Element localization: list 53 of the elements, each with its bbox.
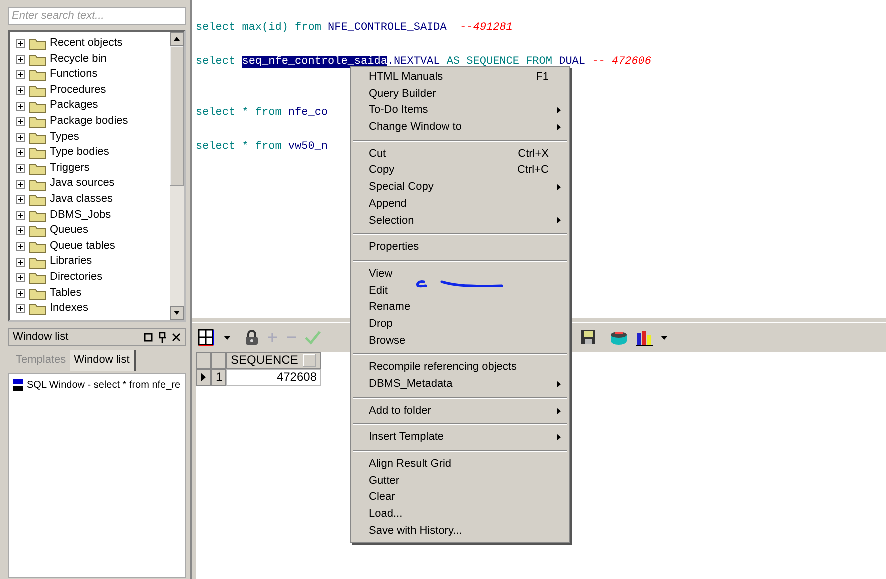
code-line: select max(id) from NFE_CONTROLE_SAIDA --491281	[196, 21, 513, 35]
menu-item[interactable]: Rename	[351, 299, 569, 316]
menu-item[interactable]: Properties	[351, 239, 569, 256]
menu-item[interactable]: Browse	[351, 332, 569, 350]
tree-item[interactable]: Procedures	[50, 82, 106, 98]
tree-item[interactable]: Directories	[50, 270, 103, 286]
panel-title: Window list	[13, 330, 69, 345]
menu-item[interactable]: Gutter	[351, 472, 569, 490]
tree-item[interactable]: Package bodies	[50, 114, 128, 130]
column-header[interactable]: SEQUENCE	[226, 352, 321, 369]
menu-item[interactable]: Drop	[351, 316, 569, 333]
code-line: select * from nfe_co	[196, 106, 328, 120]
tree-item[interactable]: Java sources	[50, 176, 115, 192]
window-list-item[interactable]: SQL Window - select * from nfe_re	[27, 378, 181, 392]
menu-item[interactable]: Cut Ctrl+X	[351, 146, 569, 162]
tree-item[interactable]: Java classes	[50, 192, 113, 208]
tree-item[interactable]: Queue tables	[50, 238, 116, 254]
menu-item[interactable]: Selection	[351, 212, 569, 230]
row-number: 1	[211, 369, 226, 386]
menu-item[interactable]: Save with History...	[351, 522, 569, 540]
menu-item[interactable]: Add to folder	[351, 402, 569, 420]
code-line: select * from vw50_n	[196, 140, 328, 154]
menu-item[interactable]: Query Builder	[351, 86, 569, 102]
menu-item[interactable]: Align Result Grid	[351, 456, 569, 473]
tree-item[interactable]: Types	[50, 130, 80, 146]
tree-item[interactable]: Recent objects	[50, 36, 123, 52]
tree-item[interactable]: Type bodies	[50, 145, 110, 161]
tree-item[interactable]: Triggers	[50, 160, 90, 176]
tree-item[interactable]: Packages	[50, 98, 98, 114]
tree-item[interactable]: Libraries	[50, 254, 92, 270]
menu-item[interactable]: DBMS_Metadata	[351, 376, 569, 393]
menu-item[interactable]: View	[351, 266, 569, 283]
code-line: select seq_nfe_controle_saida.NEXTVAL AS SEQUENCE FROM DUAL -- 472606	[196, 55, 652, 69]
tree-item[interactable]: Recycle bin	[50, 52, 107, 68]
tree-item[interactable]: Tables	[50, 286, 82, 302]
tree-item[interactable]: Indexes	[50, 301, 89, 317]
menu-item[interactable]: To-Do Items	[351, 102, 569, 120]
search-field[interactable]: Enter search text...	[8, 7, 186, 25]
menu-item[interactable]: Recompile referencing objects	[351, 359, 569, 376]
menu-item[interactable]: Insert Template	[351, 429, 569, 446]
menu-item[interactable]: Special Copy	[351, 179, 569, 196]
tree-item[interactable]: DBMS_Jobs	[50, 208, 112, 224]
tree-item[interactable]: Functions	[50, 67, 98, 83]
menu-item[interactable]: Append	[351, 196, 569, 212]
tree-item[interactable]: Queues	[50, 223, 89, 239]
menu-item[interactable]: HTML Manuals F1	[351, 69, 569, 86]
menu-item[interactable]: Edit	[351, 282, 569, 300]
table-cell: 472608	[226, 369, 321, 386]
menu-item[interactable]: Copy Ctrl+C	[351, 162, 569, 180]
tab[interactable]: Window list	[70, 350, 136, 370]
menu-item[interactable]: Load...	[351, 506, 569, 523]
menu-item[interactable]: Clear	[351, 489, 569, 506]
menu-item[interactable]: Change Window to	[351, 119, 569, 136]
